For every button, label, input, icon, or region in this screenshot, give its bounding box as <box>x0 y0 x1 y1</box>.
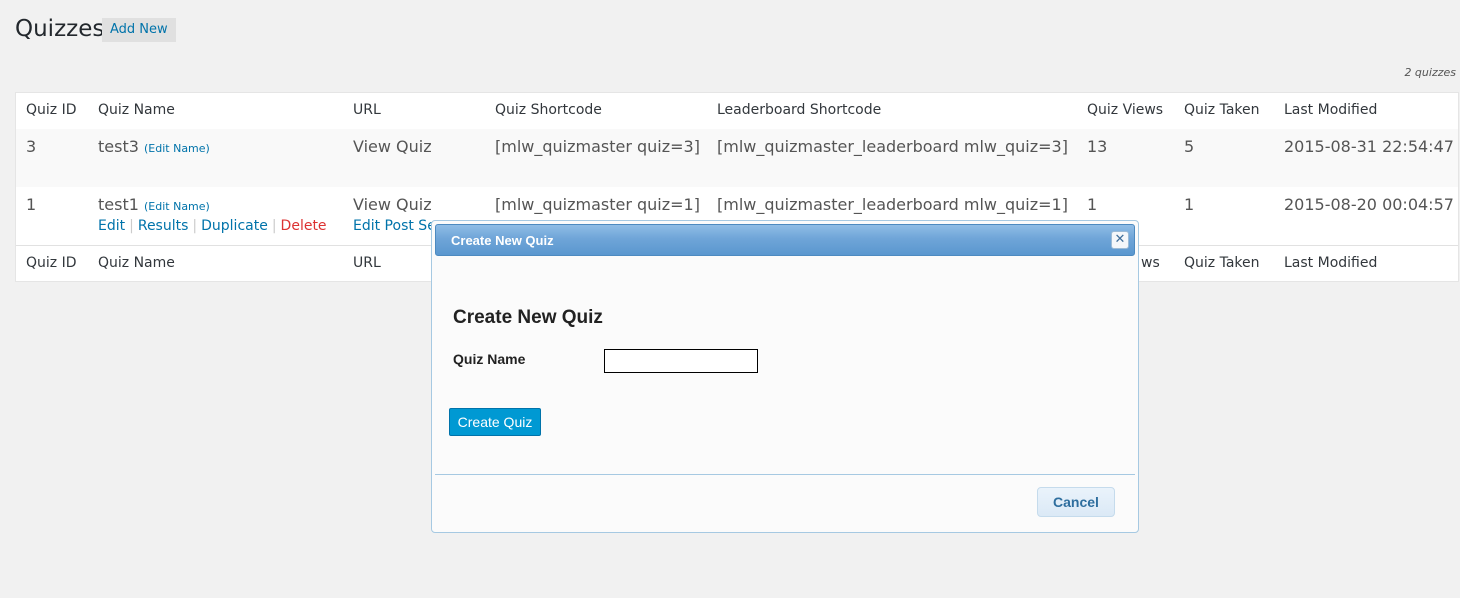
quiz-name-text: test1 <box>98 195 139 214</box>
action-separator: | <box>129 218 134 234</box>
quiz-views: 1 <box>1087 195 1098 214</box>
quiz-name-input[interactable] <box>604 349 758 373</box>
column-footer-last-modified[interactable]: Last Modified <box>1284 255 1377 271</box>
quiz-taken: 1 <box>1184 195 1195 214</box>
column-footer-quiz-id[interactable]: Quiz ID <box>26 255 77 271</box>
edit-link[interactable]: Edit <box>98 218 125 234</box>
column-header-leaderboard-shortcode: Leaderboard Shortcode <box>717 102 882 118</box>
close-icon[interactable]: ✕ <box>1111 231 1129 249</box>
quiz-shortcode: [mlw_quizmaster quiz=1] <box>495 195 700 214</box>
edit-name-link[interactable]: (Edit Name) <box>144 142 210 155</box>
dialog-divider <box>435 474 1135 475</box>
dialog-heading: Create New Quiz <box>453 307 603 328</box>
column-header-quiz-shortcode: Quiz Shortcode <box>495 102 602 118</box>
quiz-taken: 5 <box>1184 137 1195 156</box>
create-quiz-button[interactable]: Create Quiz <box>449 408 541 436</box>
edit-post-settings-link[interactable]: Edit Post Se <box>353 218 436 234</box>
last-modified: 2015-08-20 00:04:57 <box>1284 195 1454 214</box>
column-header-url: URL <box>353 102 381 118</box>
column-footer-quiz-name[interactable]: Quiz Name <box>98 255 175 271</box>
leaderboard-shortcode: [mlw_quizmaster_leaderboard mlw_quiz=3] <box>717 137 1068 156</box>
leaderboard-shortcode: [mlw_quizmaster_leaderboard mlw_quiz=1] <box>717 195 1068 214</box>
column-header-quiz-name[interactable]: Quiz Name <box>98 102 175 118</box>
quiz-name: test3 (Edit Name) <box>98 137 210 156</box>
edit-name-link[interactable]: (Edit Name) <box>144 200 210 213</box>
quiz-id: 3 <box>26 137 37 156</box>
quiz-name-text: test3 <box>98 137 139 156</box>
column-header-last-modified[interactable]: Last Modified <box>1284 102 1377 118</box>
quiz-name-label: Quiz Name <box>453 351 526 367</box>
quiz-shortcode: [mlw_quizmaster quiz=3] <box>495 137 700 156</box>
results-link[interactable]: Results <box>138 218 189 234</box>
action-separator: | <box>192 218 198 234</box>
column-footer-quiz-views[interactable]: ws <box>1141 255 1160 271</box>
dialog-titlebar[interactable]: Create New Quiz ✕ <box>435 224 1135 256</box>
action-separator: | <box>271 218 277 234</box>
column-footer-quiz-taken[interactable]: Quiz Taken <box>1184 255 1260 271</box>
dialog-title: Create New Quiz <box>451 233 554 248</box>
quiz-views: 13 <box>1087 137 1108 156</box>
table-row: 3 test3 (Edit Name) View Quiz [mlw_quizm… <box>16 129 1458 187</box>
page-title: Quizzes <box>15 16 105 42</box>
duplicate-link[interactable]: Duplicate <box>201 218 268 234</box>
last-modified: 2015-08-31 22:54:47 <box>1284 137 1454 156</box>
create-quiz-dialog: Create New Quiz ✕ Create New Quiz Quiz N… <box>431 220 1139 533</box>
column-header-quiz-views[interactable]: Quiz Views <box>1087 102 1163 118</box>
column-header-quiz-id[interactable]: Quiz ID <box>26 102 77 118</box>
add-new-button[interactable]: Add New <box>102 18 176 42</box>
table-header-row: Quiz ID Quiz Name URL Quiz Shortcode Lea… <box>16 93 1458 130</box>
row-actions: Edit | Results | Duplicate | Delete <box>98 218 327 234</box>
quiz-name: test1 (Edit Name) <box>98 195 210 214</box>
quiz-id: 1 <box>26 195 37 214</box>
view-quiz-link[interactable]: View Quiz <box>353 195 432 214</box>
quiz-count: 2 quizzes <box>1404 66 1456 79</box>
delete-link[interactable]: Delete <box>281 218 327 234</box>
url-actions: Edit Post Se <box>353 218 436 234</box>
cancel-button[interactable]: Cancel <box>1037 487 1115 517</box>
view-quiz-link[interactable]: View Quiz <box>353 137 432 156</box>
column-header-quiz-taken[interactable]: Quiz Taken <box>1184 102 1260 118</box>
column-footer-url: URL <box>353 255 381 271</box>
